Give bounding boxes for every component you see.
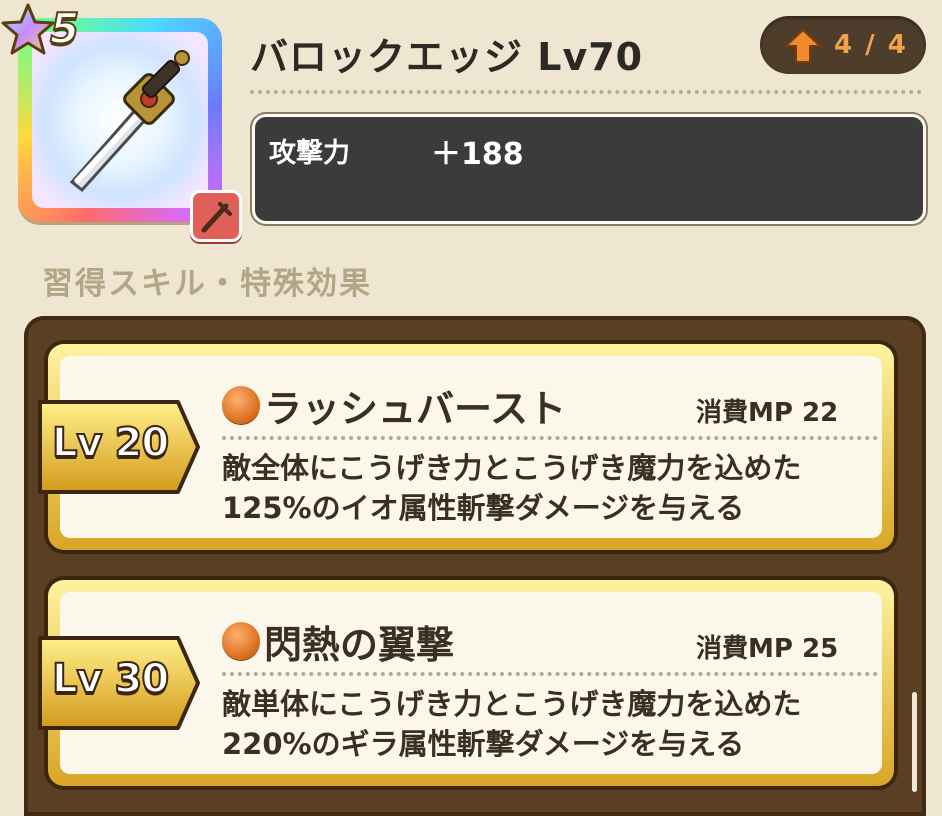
skill-description-line: 敵単体にこうげき力とこうげき魔力を込めた xyxy=(222,687,802,721)
rarity-number: 5 xyxy=(49,3,80,54)
section-title: 習得スキル・特殊効果 xyxy=(42,266,372,302)
upgrade-arrow-icon xyxy=(784,28,822,63)
weapon-type-badge xyxy=(190,190,242,242)
skill-description-line: 敵全体にこうげき力とこうげき魔力を込めた xyxy=(222,451,802,485)
header-divider xyxy=(250,90,922,94)
skill-description-line: 125%のイオ属性斬撃ダメージを与える xyxy=(222,491,745,525)
skill-divider xyxy=(222,672,878,676)
skill-description: 敵単体にこうげき力とこうげき魔力を込めた 220%のギラ属性斬撃ダメージを与える xyxy=(222,684,801,764)
skill-mp-cost: 消費MP 22 xyxy=(696,398,839,428)
skill-level-tag: Lv 30 xyxy=(38,634,202,732)
skill-orb-icon xyxy=(222,386,260,424)
skill-orb-icon xyxy=(222,622,260,660)
stat-box: 攻撃力 ＋188 xyxy=(252,114,926,224)
dagger-icon xyxy=(201,202,232,233)
skill-level-tag: Lv 20 xyxy=(38,398,202,496)
skill-mp-cost: 消費MP 25 xyxy=(696,634,839,664)
upgrade-count: 4 / 4 xyxy=(834,30,908,60)
item-name: バロックエッジ Lv70 xyxy=(250,35,644,79)
stat-value: ＋188 xyxy=(431,137,524,172)
skill-name: ラッシュバースト xyxy=(264,387,567,431)
rarity-badge: 5 xyxy=(0,0,100,56)
skill-description: 敵全体にこうげき力とこうげき魔力を込めた 125%のイオ属性斬撃ダメージを与える xyxy=(222,448,801,528)
item-icon-background xyxy=(32,32,208,208)
skill-level: Lv 30 xyxy=(51,655,170,703)
skill-description-line: 220%のギラ属性斬撃ダメージを与える xyxy=(222,727,745,761)
skill-divider xyxy=(222,436,878,440)
sword-icon xyxy=(69,50,190,193)
skill-level: Lv 20 xyxy=(51,419,170,467)
skill-name: 閃熱の翼撃 xyxy=(264,623,455,667)
star-icon xyxy=(1,3,55,55)
upgrade-status[interactable]: 4 / 4 xyxy=(760,16,926,74)
scrollbar[interactable] xyxy=(912,692,917,792)
stat-label: 攻撃力 xyxy=(269,138,350,169)
